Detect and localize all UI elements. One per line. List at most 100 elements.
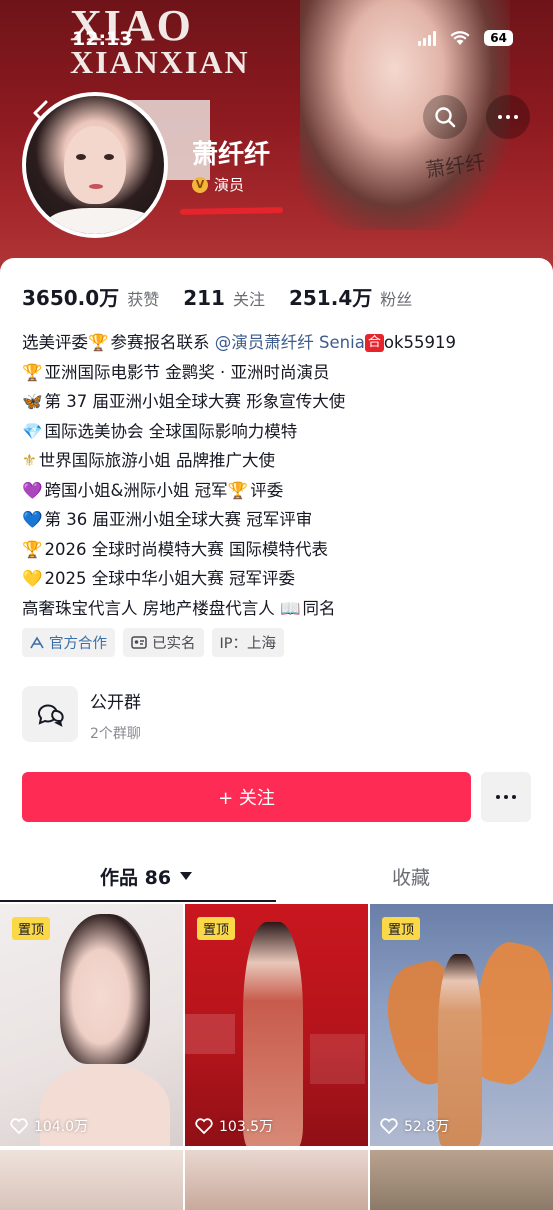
video-thumbnail[interactable]: [0, 1150, 183, 1210]
search-button[interactable]: [423, 95, 467, 139]
video-thumbnail[interactable]: 置顶 103.5万: [185, 904, 368, 1146]
avatar[interactable]: [22, 92, 168, 238]
chip-label: 已实名: [152, 636, 196, 652]
likes-label: 获赞: [127, 290, 160, 309]
nickname: 萧纤纤: [192, 140, 271, 170]
verify-label: 演员: [214, 176, 245, 194]
trophy-icon: 🏆: [22, 362, 43, 382]
bio-text: 评委: [250, 480, 284, 500]
cooperation-icon: [30, 635, 44, 648]
public-group[interactable]: 公开群 2个群聊: [22, 686, 141, 743]
active-tab-indicator: [0, 900, 276, 902]
yellow-heart-icon: 💛: [22, 569, 43, 588]
ip-location-chip: IP：上海: [211, 628, 285, 657]
more-options-button[interactable]: [481, 772, 531, 822]
bio-line: 选美评委🏆 参赛报名联系 @演员萧纤纤 Senia 合 ok55919: [22, 328, 542, 358]
pinned-badge: 置顶: [197, 917, 236, 940]
video-thumbnail[interactable]: [370, 1150, 553, 1210]
follow-button[interactable]: + 关注: [22, 772, 471, 822]
followers-label[interactable]: 粉丝: [380, 286, 412, 310]
profile-card: 3650.0万 获赞 211 关注 251.4万 粉丝 选美评委🏆 参赛报名联系 …: [0, 258, 553, 1210]
tab-collection[interactable]: 收藏: [392, 854, 430, 898]
trophy-icon: 🏆: [22, 539, 43, 559]
stats-row: 3650.0万 获赞 211 关注 251.4万 粉丝: [22, 282, 436, 311]
battery-indicator: 64: [484, 30, 513, 46]
purple-heart-icon: 💜: [22, 480, 43, 500]
bio-line: 高奢珠宝代言人 房地产楼盘代言人 📖 同名: [22, 594, 542, 624]
bio-line: 🏆 2026 全球时尚模特大赛 国际模特代表: [22, 535, 542, 565]
bio-text: 选美评委: [22, 333, 88, 352]
likes-count: 3650.0万: [22, 286, 120, 310]
like-count-text: 104.0万: [34, 1119, 89, 1135]
bio-line: 💜 跨国小姐&洲际小姐 冠军🏆 评委: [22, 476, 542, 506]
tab-label: 作品 86: [100, 866, 172, 889]
diamond-icon: 💎: [22, 421, 43, 441]
like-count: 52.8万: [380, 1116, 449, 1136]
bio: 选美评委🏆 参赛报名联系 @演员萧纤纤 Senia 合 ok55919 🏆 亚洲国际电影…: [22, 328, 542, 623]
trophy-icon: 🏆: [227, 480, 249, 500]
followers-count[interactable]: 251.4万: [289, 282, 372, 311]
bio-text: 亚洲国际电影节 金鹮奖 · 亚洲时尚演员: [44, 362, 330, 382]
bio-text: 2026 全球时尚模特大赛 国际模特代表: [44, 539, 329, 559]
following-label[interactable]: 关注: [233, 286, 265, 310]
bio-line: 💛 2025 全球中华小姐大赛 冠军评委: [22, 564, 542, 594]
group-title: 公开群: [90, 693, 141, 713]
cooperation-icon: 合: [364, 334, 384, 352]
group-count: 2个群聊: [90, 726, 141, 742]
real-name-chip[interactable]: 已实名: [123, 628, 204, 657]
bio-line: 💎 国际选美协会 全球国际影响力模特: [22, 417, 542, 447]
mention-link[interactable]: @演员萧纤纤 Senia: [215, 333, 365, 352]
bio-line: ⚜ 世界国际旅游小姐 品牌推广大使: [22, 446, 542, 476]
heart-icon: [380, 1118, 398, 1134]
signal-icon: [418, 30, 437, 46]
verified-icon: V: [192, 176, 208, 193]
bio-text: 高奢珠宝代言人 房地产楼盘代言人: [22, 598, 275, 618]
fleur-de-lis-icon: ⚜: [22, 451, 37, 470]
blue-heart-icon: 💙: [22, 510, 43, 529]
pinned-badge: 置顶: [12, 917, 51, 940]
bio-line: 🏆 亚洲国际电影节 金鹮奖 · 亚洲时尚演员: [22, 358, 542, 388]
like-count: 104.0万: [10, 1116, 88, 1136]
official-cooperation-chip[interactable]: 官方合作: [22, 628, 115, 657]
status-icons: 64: [418, 30, 513, 46]
more-button[interactable]: [486, 95, 530, 139]
verify-badge: V 演员: [192, 174, 244, 195]
following-count[interactable]: 211: [183, 286, 225, 310]
bio-text: 世界国际旅游小姐 品牌推广大使: [38, 451, 276, 470]
profile-chips: 官方合作 已实名 IP：上海: [22, 628, 285, 657]
bio-text: 同名: [302, 598, 336, 618]
bio-text: 参赛报名联系: [110, 333, 210, 352]
like-count: 103.5万: [195, 1116, 273, 1136]
video-thumbnail[interactable]: 置顶 52.8万: [370, 904, 553, 1146]
group-chat-icon: [22, 686, 78, 742]
chip-label: IP：上海: [219, 636, 277, 652]
video-thumbnail[interactable]: 置顶 104.0万: [0, 904, 183, 1146]
bio-line: 🦋 第 37 届亚洲小姐全球大赛 形象宣传大使: [22, 387, 542, 417]
like-count-text: 103.5万: [219, 1119, 274, 1135]
heart-icon: [195, 1118, 213, 1134]
video-thumbnail[interactable]: [185, 1150, 368, 1210]
bio-text: 2025 全球中华小姐大赛 冠军评委: [44, 569, 296, 588]
bio-text: 第 36 届亚洲小姐全球大赛 冠军评审: [44, 510, 313, 529]
bio-text: 跨国小姐&洲际小姐 冠军: [44, 480, 228, 500]
bio-text: 第 37 届亚洲小姐全球大赛 形象宣传大使: [44, 392, 346, 411]
chip-label: 官方合作: [49, 636, 107, 652]
search-icon: [435, 107, 456, 128]
id-card-icon: [131, 636, 147, 649]
heart-icon: [10, 1118, 28, 1134]
pinned-badge: 置顶: [382, 917, 421, 940]
bio-text: ok55919: [383, 333, 456, 352]
tab-works[interactable]: 作品 86: [100, 854, 193, 898]
bio-line: 💙 第 36 届亚洲小姐全球大赛 冠军评审: [22, 505, 542, 535]
wifi-icon: [450, 30, 470, 45]
butterfly-icon: 🦋: [22, 392, 43, 411]
status-time: 12:13: [72, 28, 133, 50]
more-icon: [496, 795, 516, 799]
bio-text: 国际选美协会 全球国际影响力模特: [44, 421, 298, 441]
more-icon: [498, 115, 518, 119]
content-tabs: 作品 86 收藏: [0, 854, 553, 904]
trophy-icon: 🏆: [88, 333, 109, 352]
like-count-text: 52.8万: [404, 1119, 450, 1135]
book-icon: 📖: [280, 598, 301, 618]
caret-down-icon: [180, 872, 193, 880]
